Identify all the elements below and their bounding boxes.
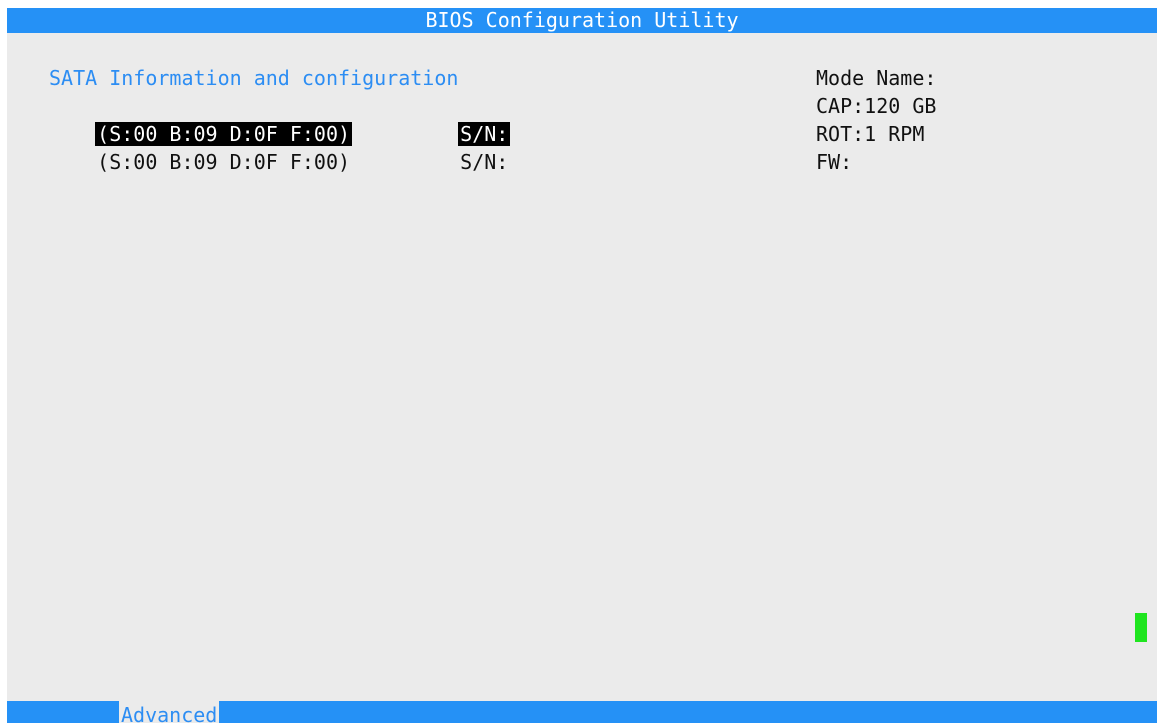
bottom-menu-bar: Advanced [7, 701, 1157, 723]
tab-advanced[interactable]: Advanced [119, 701, 220, 723]
title-bar: BIOS Configuration Utility [7, 8, 1157, 33]
serial-label-2[interactable]: S/N: [460, 150, 508, 174]
device-location-2[interactable]: (S:00 B:09 D:0F F:00) [97, 150, 350, 174]
capacity-label: CAP:120 GB [816, 94, 937, 118]
device-serial-2[interactable]: S/N: [412, 120, 508, 204]
bios-screen: BIOS Configuration Utility SATA Informat… [7, 8, 1157, 723]
text-cursor [1135, 613, 1147, 642]
mode-name-label: Mode Name: [816, 66, 937, 90]
firmware-label: FW: [816, 150, 853, 174]
rotation-label: ROT:1 RPM [816, 122, 925, 146]
section-heading: SATA Information and configuration [49, 66, 459, 90]
device-row-2[interactable]: (S:00 B:09 D:0F F:00) [49, 120, 350, 204]
